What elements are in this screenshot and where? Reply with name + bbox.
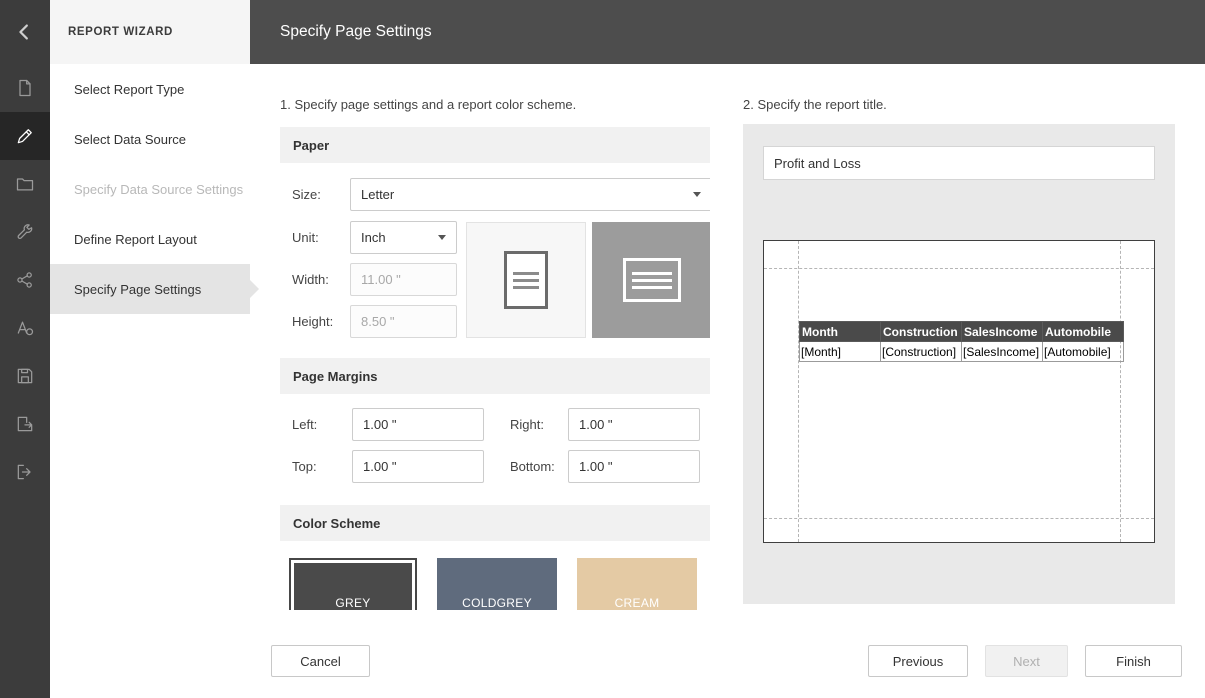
- nav-item-select-report-type[interactable]: Select Report Type: [50, 64, 250, 114]
- paper-size-value: Letter: [361, 187, 685, 202]
- save-as-button[interactable]: [0, 400, 50, 448]
- chevron-down-icon: [693, 192, 701, 197]
- wrench-icon: [15, 222, 35, 242]
- margin-guide-top: [764, 268, 1154, 269]
- margin-right-input[interactable]: [568, 408, 700, 441]
- preview-panel: Month Construction SalesIncome Automobil…: [743, 124, 1175, 604]
- app-toolbar: [0, 0, 50, 698]
- orientation-landscape-button[interactable]: [592, 222, 710, 338]
- portrait-page-icon: [504, 251, 548, 309]
- preview-cell: [Construction]: [881, 342, 962, 362]
- unit-select[interactable]: Inch: [350, 221, 457, 254]
- width-input: [350, 263, 457, 296]
- chevron-left-icon: [14, 21, 36, 43]
- margin-top-input[interactable]: [352, 450, 484, 483]
- margin-left-input[interactable]: [352, 408, 484, 441]
- margin-guide-bottom: [764, 518, 1154, 519]
- margin-top-label: Top:: [292, 450, 317, 483]
- margin-right-label: Right:: [510, 408, 544, 441]
- preview-cell: [Automobile]: [1043, 342, 1124, 362]
- step-1-title: 1. Specify page settings and a report co…: [280, 97, 576, 112]
- height-input: [350, 305, 457, 338]
- wizard-nav-title: REPORT WIZARD: [50, 0, 250, 64]
- height-label: Height:: [292, 305, 333, 338]
- width-label: Width:: [292, 263, 329, 296]
- nav-item-specify-page-settings[interactable]: Specify Page Settings: [50, 264, 250, 314]
- open-report-button[interactable]: [0, 160, 50, 208]
- tools-button[interactable]: [0, 208, 50, 256]
- data-source-button[interactable]: [0, 256, 50, 304]
- preview-table-header-row: Month Construction SalesIncome Automobil…: [800, 322, 1124, 342]
- swatch-coldgrey-fill: COLDGREY: [437, 558, 557, 610]
- folder-icon: [15, 174, 35, 194]
- paper-section-header: Paper: [280, 127, 710, 163]
- data-nodes-icon: [15, 270, 35, 290]
- unit-value: Inch: [361, 230, 430, 245]
- margin-bottom-label: Bottom:: [510, 450, 555, 483]
- swatch-grey[interactable]: GREY: [289, 558, 417, 610]
- localization-icon: [15, 318, 35, 338]
- back-button[interactable]: [0, 0, 50, 64]
- page-title: Specify Page Settings: [280, 23, 432, 41]
- step-2-title: 2. Specify the report title.: [743, 97, 887, 112]
- orientation-portrait-button[interactable]: [466, 222, 586, 338]
- preview-cell: [Month]: [800, 342, 881, 362]
- swatch-grey-label: GREY: [335, 596, 370, 610]
- preview-col-header: Month: [800, 322, 881, 342]
- save-button[interactable]: [0, 352, 50, 400]
- paper-size-select[interactable]: Letter: [350, 178, 710, 211]
- localization-button[interactable]: [0, 304, 50, 352]
- nav-item-select-data-source[interactable]: Select Data Source: [50, 114, 250, 164]
- exit-button[interactable]: [0, 448, 50, 496]
- exit-icon: [15, 462, 35, 482]
- pencil-design-icon: [15, 126, 35, 146]
- nav-item-specify-data-source-settings: Specify Data Source Settings: [50, 164, 250, 214]
- nav-item-define-report-layout[interactable]: Define Report Layout: [50, 214, 250, 264]
- preview-col-header: SalesIncome: [962, 322, 1043, 342]
- swatch-cream-label: CREAM: [615, 596, 660, 610]
- chevron-down-icon: [438, 235, 446, 240]
- next-button: Next: [985, 645, 1068, 677]
- landscape-page-icon: [623, 258, 681, 302]
- margin-guide-right: [1120, 241, 1121, 542]
- margin-bottom-input[interactable]: [568, 450, 700, 483]
- document-icon: [15, 78, 35, 98]
- margin-left-label: Left:: [292, 408, 317, 441]
- floppy-icon: [15, 366, 35, 386]
- report-title-panel: 2. Specify the report title. Month Const…: [743, 64, 1175, 610]
- unit-label: Unit:: [292, 221, 319, 254]
- preview-col-header: Construction: [881, 322, 962, 342]
- swatch-coldgrey[interactable]: COLDGREY: [437, 558, 557, 610]
- preview-cell: [SalesIncome]: [962, 342, 1043, 362]
- previous-button[interactable]: Previous: [868, 645, 968, 677]
- preview-table-data-row: [Month] [Construction] [SalesIncome] [Au…: [800, 342, 1124, 362]
- new-report-button[interactable]: [0, 64, 50, 112]
- swatch-coldgrey-label: COLDGREY: [462, 596, 532, 610]
- preview-table: Month Construction SalesIncome Automobil…: [799, 321, 1124, 362]
- report-page-preview: Month Construction SalesIncome Automobil…: [763, 240, 1155, 543]
- floppy-arrow-icon: [15, 414, 35, 434]
- margins-section-header: Page Margins: [280, 358, 710, 394]
- margin-guide-left: [798, 241, 799, 542]
- swatch-cream-fill: CREAM: [577, 558, 697, 610]
- color-scheme-section-header: Color Scheme: [280, 505, 710, 541]
- report-designer-button[interactable]: [0, 112, 50, 160]
- cancel-button[interactable]: Cancel: [271, 645, 370, 677]
- swatch-grey-fill: GREY: [294, 563, 412, 610]
- size-label: Size:: [292, 178, 321, 211]
- swatch-cream[interactable]: CREAM: [577, 558, 697, 610]
- page-header: Specify Page Settings: [250, 0, 1205, 64]
- preview-col-header: Automobile: [1043, 322, 1124, 342]
- wizard-nav: REPORT WIZARD Select Report Type Select …: [50, 0, 250, 698]
- finish-button[interactable]: Finish: [1085, 645, 1182, 677]
- report-title-input[interactable]: [763, 146, 1155, 180]
- page-settings-panel: 1. Specify page settings and a report co…: [280, 64, 710, 610]
